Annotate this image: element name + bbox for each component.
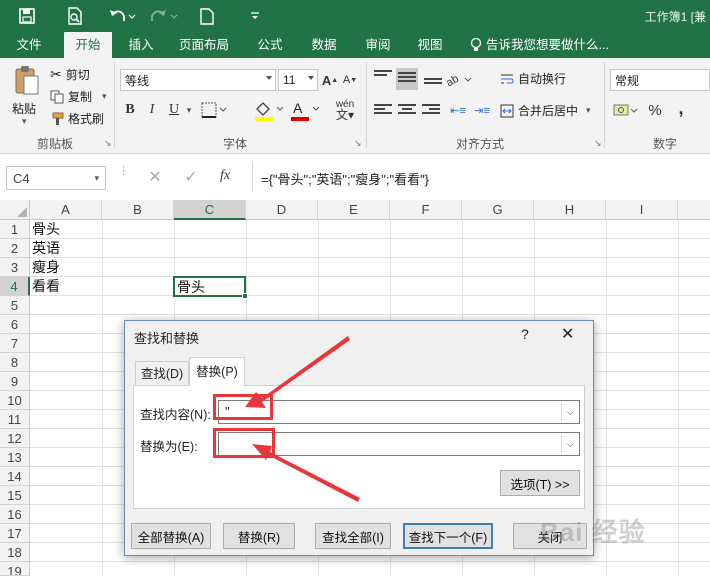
arrow-to-find-icon xyxy=(245,336,350,408)
tab-replace[interactable]: 替换(P) xyxy=(189,357,245,386)
watermark-logo: Bai 经验 xyxy=(540,517,646,547)
annotation-arrows xyxy=(245,336,360,502)
arrow-to-replace-icon xyxy=(252,444,360,502)
